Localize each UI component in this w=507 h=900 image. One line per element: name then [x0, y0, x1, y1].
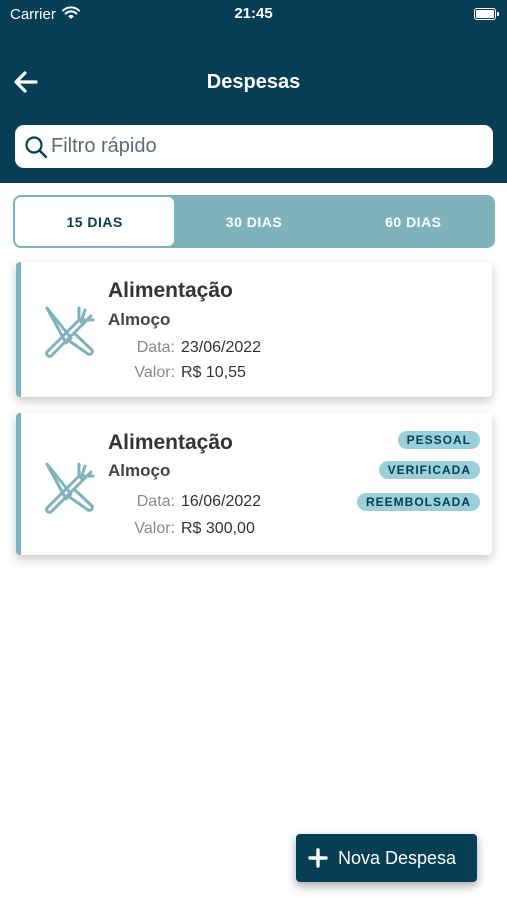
page-title: Despesas — [206, 71, 301, 93]
expense-card[interactable]: Alimentação Almoço Data: 16/06/2022 Valo… — [16, 413, 492, 555]
expense-value: R$ 10,55 — [181, 364, 246, 381]
value-label: Valor: — [134, 364, 175, 381]
new-expense-button[interactable]: Nova Despesa — [296, 834, 477, 882]
expense-value: R$ 300,00 — [181, 520, 255, 537]
status-time: 21:45 — [234, 5, 273, 22]
period-tabs: 15 DIAS 30 DIAS 60 DIAS — [13, 195, 495, 248]
status-bar: Carrier 21:45 — [0, 0, 507, 30]
date-label: Data: — [136, 493, 175, 510]
search-input[interactable] — [51, 129, 481, 164]
expense-category: Alimentação — [108, 431, 233, 454]
fork-knife-icon — [41, 302, 97, 363]
search-icon — [24, 135, 48, 164]
tab-60-dias[interactable]: 60 DIAS — [334, 197, 493, 246]
battery-icon — [474, 8, 499, 20]
date-label: Data: — [136, 339, 175, 356]
app-header: Carrier 21:45 Despesas — [0, 0, 507, 183]
tab-15-dias[interactable]: 15 DIAS — [15, 197, 175, 246]
expense-description: Almoço — [108, 310, 171, 329]
expense-date: 23/06/2022 — [181, 339, 262, 356]
tab-30-dias[interactable]: 30 DIAS — [174, 197, 333, 246]
expense-description: Almoço — [108, 461, 171, 480]
new-expense-label: Nova Despesa — [338, 848, 457, 868]
fork-knife-icon — [41, 458, 97, 519]
plus-icon — [308, 848, 328, 873]
expense-card[interactable]: Alimentação Almoço Data: 23/06/2022 Valo… — [16, 262, 492, 397]
value-label: Valor: — [134, 520, 175, 537]
status-badge-reembolsada: REEMBOLSADA — [356, 493, 480, 511]
expense-date: 16/06/2022 — [181, 493, 262, 510]
expense-category: Alimentação — [108, 279, 233, 302]
search-bar[interactable] — [15, 125, 493, 168]
status-badge-verificada: VERIFICADA — [378, 461, 480, 479]
status-badge-pessoal: PESSOAL — [397, 431, 480, 449]
